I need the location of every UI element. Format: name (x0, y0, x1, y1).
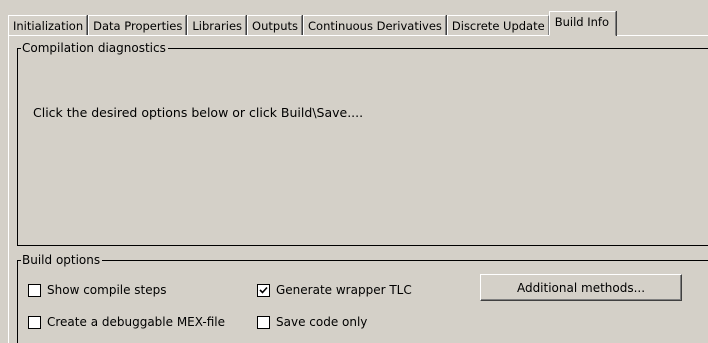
diagnostics-message: Click the desired options below or click… (33, 105, 364, 120)
tab-data-properties[interactable]: Data Properties (88, 15, 187, 36)
tab-page-left-border (8, 35, 9, 343)
build-options-group: Build options (17, 253, 708, 343)
create-debuggable-mex-box[interactable] (28, 315, 41, 329)
save-code-only-checkbox[interactable]: Save code only (257, 315, 367, 329)
tab-discrete-update[interactable]: Discrete Update (446, 15, 549, 36)
tab-outputs[interactable]: Outputs (247, 15, 302, 36)
generate-wrapper-tlc-label: Generate wrapper TLC (276, 283, 412, 297)
build-info-dialog: Initialization Data Properties Libraries… (0, 0, 708, 343)
create-debuggable-mex-label: Create a debuggable MEX-file (47, 315, 225, 329)
compilation-diagnostics-group: Compilation diagnostics Click the desire… (17, 41, 708, 246)
build-options-title: Build options (21, 253, 103, 267)
compilation-diagnostics-title: Compilation diagnostics (21, 41, 168, 55)
tab-initialization[interactable]: Initialization (8, 15, 88, 36)
save-code-only-label: Save code only (276, 315, 368, 329)
tab-strip: Initialization Data Properties Libraries… (8, 11, 616, 36)
tab-libraries[interactable]: Libraries (187, 15, 247, 36)
tab-build-info[interactable]: Build Info (548, 11, 616, 36)
show-compile-steps-box[interactable] (28, 283, 41, 297)
checkmark-icon (259, 286, 268, 294)
show-compile-steps-checkbox[interactable]: Show compile steps (28, 283, 167, 297)
tab-continuous-derivatives[interactable]: Continuous Derivatives (303, 15, 446, 36)
create-debuggable-mex-checkbox[interactable]: Create a debuggable MEX-file (28, 315, 225, 329)
save-code-only-box[interactable] (257, 315, 270, 329)
generate-wrapper-tlc-box[interactable] (257, 283, 270, 297)
show-compile-steps-label: Show compile steps (47, 283, 167, 297)
generate-wrapper-tlc-checkbox[interactable]: Generate wrapper TLC (257, 283, 412, 297)
additional-methods-button[interactable]: Additional methods... (480, 274, 682, 301)
